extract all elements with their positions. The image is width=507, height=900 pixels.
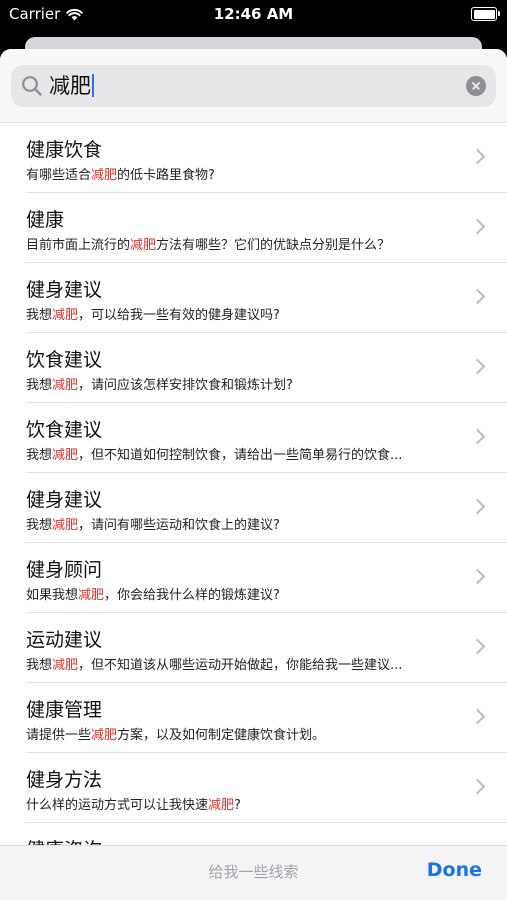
chevron-right-icon — [469, 638, 486, 655]
item-subtitle: 有哪些适合减肥的低卡路里食物? — [26, 164, 463, 183]
item-subtitle: 目前市面上流行的减肥方法有哪些？它们的优缺点分别是什么？ — [26, 234, 463, 253]
list-item[interactable]: 饮食建议我想减肥，请问应该怎样安排饮食和锻炼计划? — [26, 333, 507, 403]
chevron-right-icon — [469, 778, 486, 795]
highlighted-keyword: 减肥 — [52, 378, 79, 393]
item-subtitle: 我想减肥，但不知道该从哪些运动开始做起，你能给我一些建议... — [26, 654, 463, 673]
search-query-text: 减肥 — [49, 74, 91, 98]
list-item[interactable]: 运动建议我想减肥，但不知道该从哪些运动开始做起，你能给我一些建议... — [26, 613, 507, 683]
item-subtitle: 如果我想减肥，你会给我什么样的锻炼建议? — [26, 584, 463, 603]
item-subtitle: 我想减肥，可以给我一些有效的健身建议吗? — [26, 304, 463, 323]
chevron-right-icon — [469, 288, 486, 305]
highlighted-keyword: 减肥 — [91, 168, 118, 183]
item-subtitle: 我想减肥，请问应该怎样安排饮食和锻炼计划? — [26, 374, 463, 393]
subtitle-text: 的低卡路里食物? — [117, 168, 215, 183]
highlighted-keyword: 减肥 — [52, 448, 79, 463]
bottom-toolbar: 给我一些线索 Done — [0, 845, 507, 900]
status-bar: Carrier 12:46 AM — [0, 0, 507, 28]
chevron-right-icon — [469, 358, 486, 375]
battery-icon — [471, 7, 500, 21]
subtitle-text: ，你会给我什么样的锻炼建议? — [104, 588, 280, 603]
subtitle-text: ? — [234, 798, 241, 813]
text-cursor — [92, 74, 94, 97]
item-subtitle: 什么样的运动方式可以让我快速减肥? — [26, 794, 463, 813]
highlighted-keyword: 减肥 — [130, 238, 157, 253]
highlighted-keyword: 减肥 — [91, 728, 118, 743]
list-item[interactable]: 饮食建议我想减肥，但不知道如何控制饮食，请给出一些简单易行的饮食... — [26, 403, 507, 473]
chevron-right-icon — [469, 148, 486, 165]
chevron-right-icon — [469, 218, 486, 235]
item-title: 健康 — [26, 209, 65, 231]
list-item[interactable]: 健身顾问如果我想减肥，你会给我什么样的锻炼建议? — [26, 543, 507, 613]
item-subtitle: 请提供一些减肥方案，以及如何制定健康饮食计划。 — [26, 724, 463, 743]
search-query[interactable]: 减肥 — [49, 73, 94, 99]
highlighted-keyword: 减肥 — [78, 588, 105, 603]
subtitle-text: ，但不知道该从哪些运动开始做起，你能给我一些建议... — [78, 658, 403, 673]
item-title: 健身建议 — [26, 279, 103, 301]
chevron-right-icon — [469, 428, 486, 445]
item-title: 健身建议 — [26, 489, 103, 511]
item-subtitle: 我想减肥，但不知道如何控制饮食，请给出一些简单易行的饮食... — [26, 444, 463, 463]
highlighted-keyword: 减肥 — [52, 518, 79, 533]
list-item[interactable]: 健康咨询 — [26, 823, 507, 846]
chevron-right-icon — [469, 708, 486, 725]
subtitle-text: 目前市面上流行的 — [26, 238, 131, 253]
subtitle-text: 什么样的运动方式可以让我快速 — [26, 798, 209, 813]
highlighted-keyword: 减肥 — [52, 308, 79, 323]
item-title: 健康管理 — [26, 699, 103, 721]
status-time: 12:46 AM — [213, 5, 294, 23]
search-bar: 减肥 — [0, 49, 507, 123]
subtitle-text: 我想 — [26, 658, 53, 673]
highlighted-keyword: 减肥 — [52, 658, 79, 673]
subtitle-text: ，但不知道如何控制饮食，请给出一些简单易行的饮食... — [78, 448, 403, 463]
list-item[interactable]: 健康目前市面上流行的减肥方法有哪些？它们的优缺点分别是什么？ — [26, 193, 507, 263]
subtitle-text: ，请问应该怎样安排饮食和锻炼计划? — [78, 378, 293, 393]
subtitle-text: 有哪些适合 — [26, 168, 92, 183]
subtitle-text: 我想 — [26, 448, 53, 463]
list-item[interactable]: 健身方法什么样的运动方式可以让我快速减肥? — [26, 753, 507, 823]
subtitle-text: 我想 — [26, 308, 53, 323]
search-icon — [22, 76, 42, 96]
subtitle-text: 我想 — [26, 378, 53, 393]
item-title: 健身方法 — [26, 769, 103, 791]
item-subtitle: 我想减肥，请问有哪些运动和饮食上的建议? — [26, 514, 463, 533]
list-item[interactable]: 健身建议我想减肥，可以给我一些有效的健身建议吗? — [26, 263, 507, 333]
subtitle-text: 我想 — [26, 518, 53, 533]
subtitle-text: 如果我想 — [26, 588, 79, 603]
done-button[interactable]: Done — [427, 859, 482, 881]
subtitle-text: 请提供一些 — [26, 728, 92, 743]
subtitle-text: 方法有哪些？它们的优缺点分别是什么？ — [156, 238, 391, 253]
highlighted-keyword: 减肥 — [208, 798, 235, 813]
clear-search-button[interactable] — [466, 76, 486, 96]
chevron-right-icon — [469, 498, 486, 515]
item-title: 健身顾问 — [26, 559, 103, 581]
subtitle-text: 方案，以及如何制定健康饮食计划。 — [117, 728, 326, 743]
item-title: 运动建议 — [26, 629, 103, 651]
subtitle-text: ，可以给我一些有效的健身建议吗? — [78, 308, 280, 323]
item-title: 饮食建议 — [26, 349, 103, 371]
item-title: 饮食建议 — [26, 419, 103, 441]
search-sheet: 减肥 健康饮食 有哪些适合减肥的低卡路里食物? 健康 目前市面上流行的减肥方法有哪些？… — [0, 49, 507, 900]
list-item[interactable]: 健身建议我想减肥，请问有哪些运动和饮食上的建议? — [26, 473, 507, 543]
screen: Carrier 12:46 AM 减肥 健康饮食 有哪些适合减肥的低卡路里食物? 健… — [0, 0, 507, 900]
suggestion-list: 健康饮食 有哪些适合减肥的低卡路里食物? 健康 目前市面上流行的减肥方法有哪些？它们的… — [0, 123, 507, 846]
subtitle-text: ，请问有哪些运动和饮食上的建议? — [78, 518, 280, 533]
list-item[interactable]: 健康饮食有哪些适合减肥的低卡路里食物? — [26, 123, 507, 193]
item-title: 健康饮食 — [26, 139, 103, 161]
chevron-right-icon — [469, 568, 486, 585]
list-item[interactable]: 健康管理请提供一些减肥方案，以及如何制定健康饮食计划。 — [26, 683, 507, 753]
search-input[interactable]: 减肥 — [11, 65, 496, 107]
